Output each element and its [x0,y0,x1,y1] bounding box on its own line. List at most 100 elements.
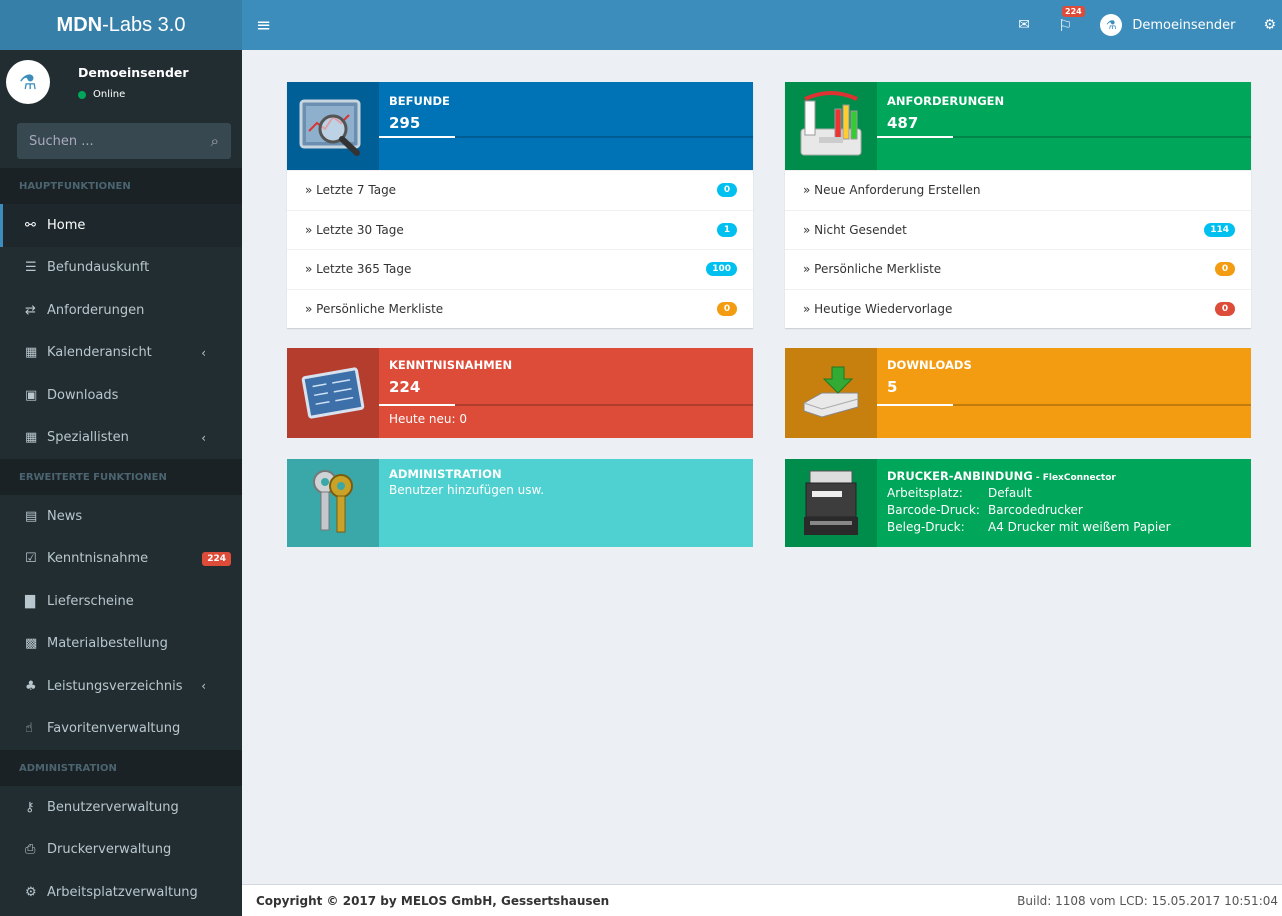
settings-button[interactable]: ⚙ [1263,17,1276,33]
calendar-icon: ▦ [25,430,38,446]
sidebar-item-materialbestellung[interactable]: ▩ Materialbestellung [0,623,242,666]
footer: Copyright © 2017 by MELOS GmbH, Gesserts… [242,884,1282,916]
user-panel: ⚗ Demoeinsender Online [0,50,242,114]
sidebar-item-favoritenverwaltung[interactable]: ☝ Favoritenverwaltung [0,708,242,751]
drucker-box[interactable]: DRUCKER-ANBINDUNG - FlexConnector Arbeit… [785,459,1251,547]
sidebar-item-lieferscheine[interactable]: ▇ Lieferscheine [0,580,242,623]
notifications-button[interactable]: ⚐ 224 [1058,5,1085,35]
downloads-title: DOWNLOADS [887,358,972,372]
chevron-left-icon: ‹ [201,345,206,360]
sidebar-item-druckerverwaltung[interactable]: ⎙ Druckerverwaltung [0,829,242,872]
kenntnisnahmen-count: 224 [389,378,421,396]
clipboard-checklist-icon [287,348,379,438]
user-status: Online [78,89,125,100]
user-menu[interactable]: ⚗ Demoeinsender [1100,14,1235,36]
sidebar-item-befundauskunft[interactable]: ☰ Befundauskunft [0,247,242,290]
sidebar: ⚗ Demoeinsender Online Suchen ... ⌕ HAUP… [0,50,242,916]
sidebar-item-news[interactable]: ▤ News [0,495,242,538]
list-item[interactable]: » Heutige Wiedervorlage 0 [785,288,1251,329]
count-badge: 114 [1204,222,1235,237]
sidebar-item-benutzerverwaltung[interactable]: ⚷ Benutzerverwaltung [0,786,242,829]
sidebar-item-speziallisten[interactable]: ▦ Speziallisten ‹ [0,417,242,460]
file-icon: ▇ [25,593,35,609]
list-item[interactable]: » Persönliche Merkliste 0 [785,249,1251,289]
menu-toggle-icon[interactable]: ≡ [256,15,271,36]
calendar-icon: ▦ [25,345,38,361]
newspaper-icon: ▤ [25,508,38,524]
list-item-label: » Heutige Wiedervorlage [803,301,953,316]
sidebar-item-leistungsverzeichnis[interactable]: ♣ Leistungsverzeichnis ‹ [0,665,242,708]
downloads-count: 5 [887,378,898,396]
sidebar-item-downloads[interactable]: ▣ Downloads [0,374,242,417]
sidebar-user-name: Demoeinsender [78,65,189,80]
anforderungen-icon [785,82,877,170]
sidebar-item-label: Materialbestellung [47,636,168,652]
footer-copyright: Copyright © 2017 by MELOS GmbH, Gesserts… [256,893,610,908]
administration-subtitle: Benutzer hinzufügen usw. [389,483,545,497]
list-item[interactable]: » Persönliche Merkliste 0 [287,288,753,329]
anforderungen-progress [877,136,1251,138]
sidebar-item-kenntnisnahme[interactable]: ☑ Kenntnisnahme 224 [0,538,242,581]
thumbs-up-icon: ☝ [25,721,33,737]
gears-icon: ⚙ [1263,17,1276,33]
administration-box[interactable]: ADMINISTRATION Benutzer hinzufügen usw. [287,459,753,547]
sidebar-item-label: Favoritenverwaltung [47,721,181,737]
drucker-key: Beleg-Druck: [887,520,965,534]
navbar-user-name: Demoeinsender [1132,17,1236,33]
list-item[interactable]: » Letzte 7 Tage 0 [287,170,753,210]
drucker-value: A4 Drucker mit weißem Papier [988,520,1171,534]
check-square-icon: ☑ [25,551,37,567]
exchange-icon: ⇄ [25,302,36,318]
notifications-badge: 224 [1062,5,1085,17]
envelope-icon: ✉ [1018,17,1030,33]
sidebar-item-label: Lieferscheine [47,593,134,609]
brand-logo[interactable]: MDN -Labs 3.0 [0,0,242,50]
sidebar-item-arbeitsplatzverwaltung[interactable]: ⚙ Arbeitsplatzverwaltung [0,871,242,914]
list-item-label: » Neue Anforderung Erstellen [803,183,981,198]
top-navbar: ≡ ✉ ⚐ 224 ⚗ Demoeinsender ⚙ [242,0,1282,50]
chevron-left-icon: ‹ [201,430,206,445]
user-status-label: Online [93,89,126,100]
search-icon[interactable]: ⌕ [211,132,219,150]
count-badge: 0 [717,301,737,316]
count-badge: 1 [717,222,737,237]
drucker-title: DRUCKER-ANBINDUNG - FlexConnector [887,469,1251,483]
avatar: ⚗ [6,60,50,104]
kenntnisnahmen-box[interactable]: KENNTNISNAHMEN 224 Heute neu: 0 [287,348,753,438]
sidebar-item-label: News [47,508,83,524]
drucker-value: Barcodedrucker [988,503,1083,517]
list-item[interactable]: » Letzte 30 Tage 1 [287,209,753,250]
list-item[interactable]: » Nicht Gesendet 114 [785,209,1251,250]
keys-icon [287,459,379,547]
search-input[interactable]: Suchen ... ⌕ [17,123,231,159]
brand-bold: MDN [56,13,103,36]
befunde-header[interactable]: BEFUNDE 295 [287,82,753,170]
sidebar-item-label: Kalenderansicht [47,345,152,361]
drucker-value: Default [988,486,1032,500]
sidebar-item-anforderungen[interactable]: ⇄ Anforderungen [0,289,242,332]
downloads-box[interactable]: DOWNLOADS 5 [785,348,1251,438]
medkit-icon: ▩ [25,636,38,652]
sidebar-item-kalenderansicht[interactable]: ▦ Kalenderansicht ‹ [0,332,242,375]
drucker-key: Barcode-Druck: [887,503,980,517]
list-item-label: » Letzte 30 Tage [305,222,404,237]
sidebar-item-label: Leistungsverzeichnis [47,678,183,694]
anforderungen-header[interactable]: ANFORDERUNGEN 487 [785,82,1251,170]
list-item-label: » Persönliche Merkliste [305,301,444,316]
cubes-icon: ⚙ [25,884,37,900]
printer-icon [785,459,877,547]
list-item-label: » Letzte 365 Tage [305,262,412,277]
sidebar-item-label: Downloads [47,387,119,403]
drucker-details: Arbeitsplatz: Default Barcode-Druck: Barcod… [887,485,1251,536]
list-item[interactable]: » Letzte 365 Tage 100 [287,249,753,289]
kenntnisnahmen-subtitle: Heute neu: 0 [389,412,467,426]
list-item[interactable]: » Neue Anforderung Erstellen [785,170,1251,210]
flag-icon: ⚐ [1058,15,1073,35]
kenntnisnahmen-title: KENNTNISNAHMEN [389,358,513,372]
sidebar-item-label: Speziallisten [47,430,129,446]
online-dot-icon [78,90,86,99]
sidebar-item-label: Befundauskunft [47,260,150,276]
count-badge: 0 [1215,301,1235,316]
messages-button[interactable]: ✉ [1018,17,1030,33]
sidebar-item-home[interactable]: ⚯ Home [0,204,242,247]
